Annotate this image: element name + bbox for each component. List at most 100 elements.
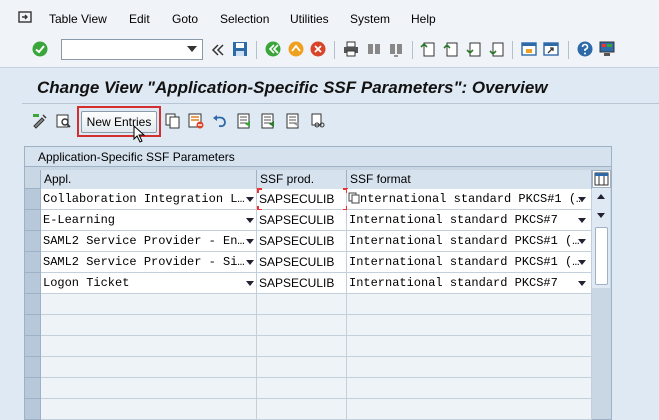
chevron-down-icon[interactable] — [246, 197, 254, 202]
table-row-2-appl[interactable]: E-Learning — [41, 210, 257, 231]
chevron-down-icon[interactable] — [246, 218, 254, 223]
enter-check-icon[interactable] — [32, 41, 48, 57]
empty-cell[interactable] — [41, 378, 257, 399]
empty-cell[interactable] — [257, 357, 347, 378]
column-header-appl[interactable]: Appl. — [41, 170, 257, 189]
column-settings-button[interactable] — [592, 170, 611, 188]
empty-cell[interactable] — [41, 294, 257, 315]
empty-cell[interactable] — [41, 336, 257, 357]
table-row-4-appl[interactable]: SAML2 Service Provider - Si… — [41, 252, 257, 273]
chevron-down-icon[interactable] — [246, 281, 254, 286]
scrollbar-thumb[interactable] — [595, 227, 608, 285]
row-selector[interactable] — [25, 378, 41, 399]
menu-system[interactable]: System — [350, 12, 390, 26]
empty-cell[interactable] — [257, 336, 347, 357]
new-session-icon[interactable] — [521, 41, 537, 57]
row-selector[interactable] — [25, 273, 41, 294]
scroll-down-icon[interactable] — [597, 213, 605, 218]
row-selector[interactable] — [25, 399, 41, 420]
scroll-up-icon[interactable] — [597, 194, 605, 199]
empty-cell[interactable] — [347, 294, 592, 315]
select-all-icon[interactable] — [236, 113, 252, 129]
choose-icon[interactable] — [56, 113, 72, 129]
table-row-4-prod[interactable]: SAPSECULIB — [257, 252, 347, 273]
find-next-icon[interactable] — [388, 41, 404, 57]
empty-cell[interactable] — [41, 315, 257, 336]
table-row-4-format[interactable]: International standard PKCS#1 (… — [347, 252, 592, 273]
select-all-rows-button[interactable] — [25, 170, 41, 189]
empty-cell[interactable] — [347, 357, 592, 378]
command-field[interactable] — [61, 39, 203, 60]
table-row-3-format[interactable]: International standard PKCS#1 (… — [347, 231, 592, 252]
empty-cell[interactable] — [41, 357, 257, 378]
row-selector[interactable] — [25, 189, 41, 210]
menu-table-view[interactable]: Table View — [49, 12, 107, 26]
print-view-icon[interactable] — [310, 113, 326, 129]
copy-as-icon[interactable] — [165, 113, 181, 129]
empty-cell[interactable] — [257, 399, 347, 420]
empty-cell[interactable] — [41, 399, 257, 420]
row-selector[interactable] — [25, 252, 41, 273]
column-header-ssf-format[interactable]: SSF format — [347, 170, 592, 189]
row-selector[interactable] — [25, 336, 41, 357]
row-selector[interactable] — [25, 357, 41, 378]
table-row-5-prod[interactable]: SAPSECULIB — [257, 273, 347, 294]
row-selector[interactable] — [25, 210, 41, 231]
empty-cell[interactable] — [257, 294, 347, 315]
select-block-icon[interactable] — [260, 113, 276, 129]
chevron-down-icon[interactable] — [246, 239, 254, 244]
empty-cell[interactable] — [347, 336, 592, 357]
table-row-2-prod[interactable]: SAPSECULIB — [257, 210, 347, 231]
exit-icon[interactable] — [288, 41, 304, 57]
shortcut-icon[interactable] — [543, 41, 559, 57]
prev-page-icon[interactable] — [443, 41, 459, 57]
empty-cell[interactable] — [257, 315, 347, 336]
menu-help[interactable]: Help — [411, 12, 436, 26]
empty-cell[interactable] — [347, 378, 592, 399]
row-selector[interactable] — [25, 231, 41, 252]
toolbar-separator — [256, 41, 257, 59]
print-icon[interactable] — [343, 41, 359, 57]
column-header-ssf-prod[interactable]: SSF prod. — [257, 170, 347, 189]
menu-entry-icon[interactable] — [18, 11, 34, 25]
table-row-1-prod[interactable]: SAPSECULIB — [257, 189, 347, 210]
chevron-down-icon[interactable] — [578, 260, 586, 265]
undo-change-icon[interactable] — [212, 113, 228, 129]
table-row-5-format[interactable]: International standard PKCS#7 — [347, 273, 592, 294]
chevron-down-icon[interactable] — [578, 281, 586, 286]
next-page-icon[interactable] — [466, 41, 482, 57]
back-icon[interactable] — [265, 41, 281, 57]
cancel-icon[interactable] — [310, 41, 326, 57]
find-icon[interactable] — [366, 41, 382, 57]
menu-utilities[interactable]: Utilities — [290, 12, 329, 26]
menu-selection[interactable]: Selection — [220, 12, 269, 26]
table-row-5-appl[interactable]: Logon Ticket — [41, 273, 257, 294]
save-icon[interactable] — [232, 41, 248, 57]
first-page-icon[interactable] — [420, 41, 436, 57]
menu-goto[interactable]: Goto — [172, 12, 198, 26]
deselect-all-icon[interactable] — [285, 113, 301, 129]
menu-edit[interactable]: Edit — [129, 12, 150, 26]
display-change-icon[interactable] — [32, 113, 48, 129]
row-selector[interactable] — [25, 315, 41, 336]
chevron-down-icon[interactable] — [187, 46, 197, 52]
table-row-1-format[interactable]: nternational standard PKCS#1 (… — [347, 189, 592, 210]
chevron-down-icon[interactable] — [578, 218, 586, 223]
table-row-1-appl[interactable]: Collaboration Integration L… — [41, 189, 257, 210]
table-row-3-prod[interactable]: SAPSECULIB — [257, 231, 347, 252]
chevron-down-icon[interactable] — [578, 197, 586, 202]
toolbar-separator — [512, 41, 513, 59]
empty-cell[interactable] — [347, 399, 592, 420]
empty-cell[interactable] — [257, 378, 347, 399]
chevron-down-icon[interactable] — [578, 239, 586, 244]
double-chevron-left-icon[interactable] — [210, 42, 226, 58]
delete-icon[interactable] — [188, 113, 204, 129]
table-row-3-appl[interactable]: SAML2 Service Provider - En… — [41, 231, 257, 252]
chevron-down-icon[interactable] — [246, 260, 254, 265]
row-selector[interactable] — [25, 294, 41, 315]
settings-icon[interactable] — [599, 41, 615, 57]
help-icon[interactable] — [577, 41, 593, 57]
empty-cell[interactable] — [347, 315, 592, 336]
table-row-2-format[interactable]: International standard PKCS#7 — [347, 210, 592, 231]
last-page-icon[interactable] — [489, 41, 505, 57]
